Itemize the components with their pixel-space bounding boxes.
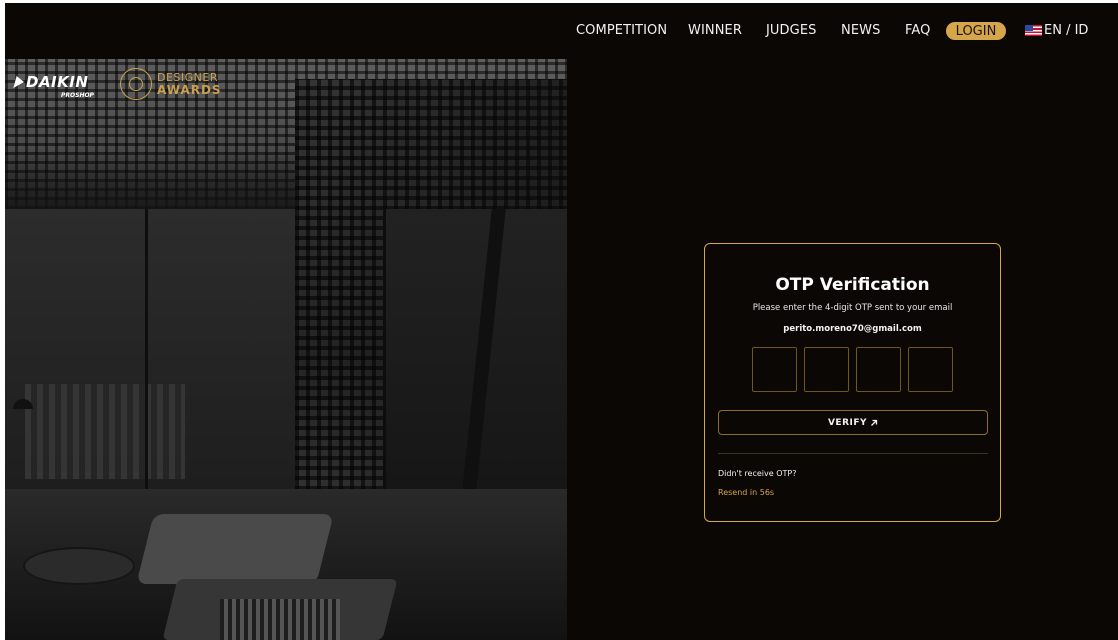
language-switcher[interactable]: EN / ID [1025,23,1088,38]
otp-digit-4[interactable] [908,347,953,392]
resend-link[interactable]: Resend in 56s [718,488,774,497]
otp-subtitle: Please enter the 4-digit OTP sent to you… [752,303,953,313]
proshop-text: PROSHOP [61,92,94,99]
otp-input-group [752,347,953,392]
photo-shelf [25,384,185,479]
hero-image: DAIKIN PROSHOP DESIGNER AWARDS [5,59,567,640]
language-label: EN / ID [1044,23,1089,38]
otp-title: OTP Verification [775,275,930,295]
page: COMPETITION WINNER JUDGES NEWS FAQ LOGIN… [5,3,1118,640]
award-ring-icon [120,68,152,100]
arrow-up-right-icon [871,419,878,426]
photo-sofa-back [136,514,334,584]
nav-winner[interactable]: WINNER [688,23,742,38]
daikin-logo[interactable]: DAIKIN PROSHOP [13,73,94,99]
otp-digit-3[interactable] [856,347,901,392]
top-navigation: COMPETITION WINNER JUDGES NEWS FAQ LOGIN… [5,3,1118,59]
verify-button[interactable]: VERIFY [718,410,988,435]
award-line-2: AWARDS [157,83,222,97]
nav-competition[interactable]: COMPETITION [576,23,667,38]
daikin-triangle-icon [13,76,26,88]
designer-awards-logo[interactable]: DESIGNER AWARDS [120,68,222,100]
award-wordmark: DESIGNER AWARDS [157,72,222,97]
daikin-text: DAIKIN [26,73,89,91]
nav-faq[interactable]: FAQ [905,23,930,38]
photo-coffee-table [23,547,135,585]
otp-card: OTP Verification Please enter the 4-digi… [704,243,1001,522]
photo-sofa-frame [220,599,340,640]
daikin-wordmark: DAIKIN [13,73,94,91]
nav-judges[interactable]: JUDGES [766,23,817,38]
verify-label: VERIFY [827,417,868,428]
otp-email: perito.moreno70@gmail.com [783,324,922,334]
nav-news[interactable]: NEWS [841,23,880,38]
us-flag-icon [1025,25,1042,36]
no-receive-text: Didn't receive OTP? [718,469,797,478]
otp-digit-1[interactable] [752,347,797,392]
card-divider [718,453,988,454]
otp-digit-2[interactable] [804,347,849,392]
login-button[interactable]: LOGIN [946,22,1006,40]
